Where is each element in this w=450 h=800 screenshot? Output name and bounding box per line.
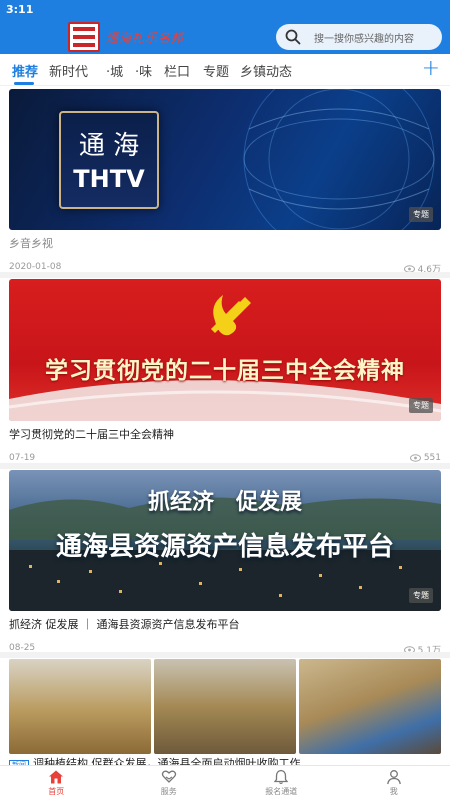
party-emblem-graphic xyxy=(9,295,441,421)
topic-badge: 专题 xyxy=(409,207,433,222)
bottom-nav: 首页 服务 报名通道 我 xyxy=(0,765,450,800)
nav-label: 首页 xyxy=(48,787,65,796)
search-icon xyxy=(285,29,301,45)
feed-divider xyxy=(0,272,450,278)
feed-divider xyxy=(0,652,450,658)
news-thumb-1 xyxy=(9,659,151,754)
search-bar[interactable]: 搜一搜你感兴趣的内容 xyxy=(276,24,442,50)
tab-town-news[interactable]: 乡镇动态 xyxy=(240,61,292,80)
active-tab-indicator xyxy=(14,82,34,85)
card-title: 乡音乡视 xyxy=(9,237,53,250)
heart-hands-icon xyxy=(161,770,176,783)
home-icon xyxy=(49,770,64,784)
status-time: 3:11 xyxy=(6,3,34,16)
nav-signup[interactable]: 报名通道 xyxy=(225,766,338,800)
tab-column[interactable]: 栏口 xyxy=(164,61,190,80)
app-header: 通海礼乐名邦 搜一搜你感兴趣的内容 xyxy=(0,20,450,54)
topic-badge: 专题 xyxy=(409,398,433,413)
feed-card[interactable]: 学习贯彻党的二十届三中全会精神 专题 学习贯彻党的二十届三中全会精神 07-19… xyxy=(9,279,441,467)
tab-topics[interactable]: 专题 xyxy=(203,61,229,80)
news-thumb-2 xyxy=(154,659,296,754)
news-image-row[interactable] xyxy=(9,659,441,754)
nav-me[interactable]: 我 xyxy=(338,766,450,800)
banner-platform-name: 通海县资源资产信息发布平台 xyxy=(55,532,394,562)
feed-divider xyxy=(0,463,450,469)
card-image: 通 海 THTV 专题 xyxy=(9,89,441,230)
thtv-logo-text: 通 海 xyxy=(78,131,140,161)
banner-slogan: 抓经济 促发展 xyxy=(147,490,302,515)
card-title: 学习贯彻党的二十届三中全会精神 xyxy=(9,428,174,441)
status-bar: 3:11 xyxy=(0,0,450,20)
search-placeholder: 搜一搜你感兴趣的内容 xyxy=(314,34,414,45)
brand-slogan: 通海礼乐名邦 xyxy=(106,31,185,45)
card-image: 学习贯彻党的二十届三中全会精神 专题 xyxy=(9,279,441,421)
eye-icon xyxy=(409,454,421,462)
nav-service[interactable]: 服务 xyxy=(113,766,226,800)
banner-headline: 学习贯彻党的二十届三中全会精神 xyxy=(45,358,405,384)
add-channel-button[interactable]: + xyxy=(422,56,440,81)
tab-city[interactable]: ·城 xyxy=(106,61,123,80)
card-image: 抓经济 促发展 通海县资源资产信息发布平台 专题 xyxy=(9,470,441,611)
nav-label: 我 xyxy=(389,787,398,796)
tab-new-era[interactable]: 新时代 xyxy=(49,61,88,80)
user-icon xyxy=(386,770,401,785)
nav-label: 服务 xyxy=(160,787,177,796)
bell-icon xyxy=(273,769,289,785)
feed-card[interactable]: 通 海 THTV 专题 乡音乡视 2020-01-08 4.6万 xyxy=(9,89,441,276)
nav-home[interactable]: 首页 xyxy=(0,766,113,800)
app-logo-icon xyxy=(68,22,100,52)
feed-card[interactable]: 抓经济 促发展 通海县资源资产信息发布平台 专题 抓经济 促发展 ｜ 通海县资源… xyxy=(9,470,441,657)
view-count: 551 xyxy=(409,453,441,463)
thtv-logo-frame: 通 海 THTV xyxy=(59,111,159,209)
category-tabs: 推荐 新时代 ·城 ·味 栏口 专题 乡镇动态 + xyxy=(0,54,450,86)
card-title: 抓经济 促发展 ｜ 通海县资源资产信息发布平台 xyxy=(9,618,240,631)
tab-recommend[interactable]: 推荐 xyxy=(12,61,38,80)
card-date: 07-19 xyxy=(9,453,36,463)
card-date: 2020-01-08 xyxy=(9,262,62,272)
topic-badge: 专题 xyxy=(409,588,433,603)
tab-taste[interactable]: ·味 xyxy=(135,61,152,80)
nav-label: 报名通道 xyxy=(265,787,298,796)
news-thumb-3 xyxy=(299,659,441,754)
thtv-logo-text-en: THTV xyxy=(73,165,145,193)
